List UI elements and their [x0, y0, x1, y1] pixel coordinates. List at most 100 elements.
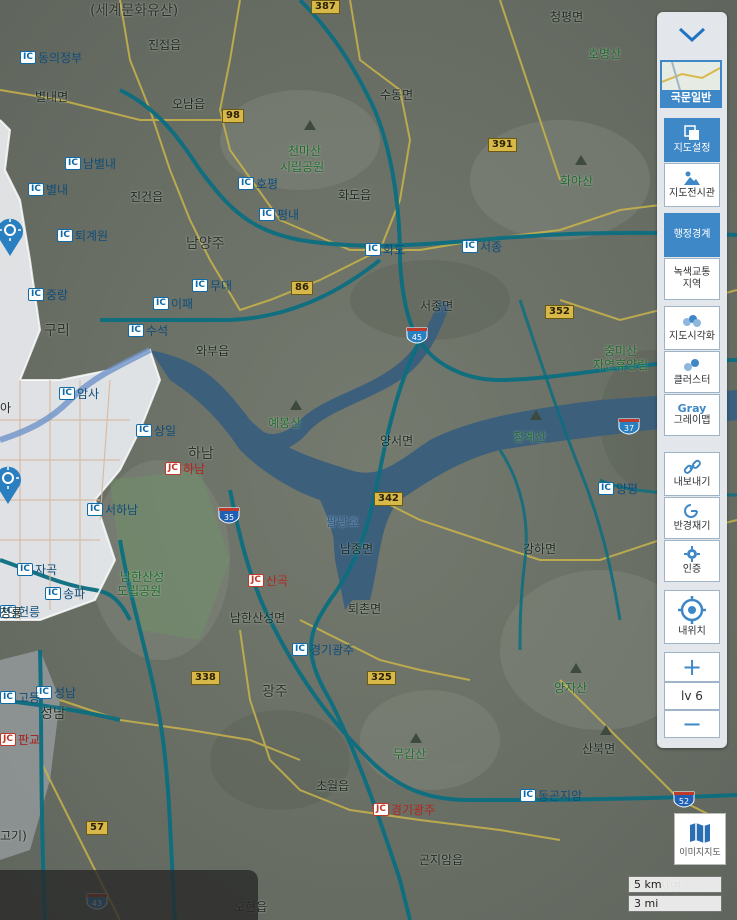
interchange-label: IC 고등	[0, 689, 40, 706]
interchange-label: IC 중랑	[28, 286, 68, 303]
mountain-icon	[600, 725, 612, 735]
place-label: 팔당호	[326, 515, 360, 529]
interchange-label: IC 자곡	[17, 561, 57, 578]
my-location-label: 내위치	[678, 626, 706, 637]
mountain-icon	[304, 120, 316, 130]
interchange-label: IC 평내	[259, 206, 299, 223]
crosshair-icon	[678, 596, 706, 624]
place-label: 서종면	[420, 299, 454, 313]
map-visualization-button[interactable]: 지도시각화	[664, 306, 720, 350]
plus-icon: +	[681, 653, 703, 681]
gray-map-badge: Gray	[677, 402, 707, 415]
map-settings-label: 지도설정	[673, 143, 711, 154]
place-label: 광주	[262, 684, 288, 700]
place-label: 진접읍	[148, 38, 182, 52]
minus-icon: −	[681, 710, 703, 738]
map-visualization-label: 지도시각화	[669, 331, 715, 342]
place-label: 양서면	[380, 434, 414, 448]
place-label: 자연휴양림	[593, 358, 649, 372]
route-number: 57	[86, 821, 108, 835]
place-label: 와부읍	[196, 344, 230, 358]
basemap-thumbnail-icon	[662, 62, 720, 90]
interchange-label: IC 서종	[462, 238, 502, 255]
place-label: 청계산	[513, 430, 547, 444]
place-label: 화야산	[560, 174, 594, 188]
zoom-in-button[interactable]: +	[664, 652, 720, 682]
interchange-label: IC 암사	[59, 385, 99, 402]
chevron-down-icon	[678, 27, 706, 43]
route-shield-icon: 35	[218, 506, 240, 524]
route-shield-icon: 45	[406, 326, 428, 344]
image-map-button[interactable]: 이미지지도	[674, 813, 726, 865]
collapse-toolbar-button[interactable]	[669, 18, 715, 52]
place-label: 진건읍	[130, 190, 164, 204]
interchange-label: IC 무대	[192, 277, 232, 294]
route-number: 86	[291, 281, 313, 295]
map-icon	[690, 822, 710, 843]
route-number: 338	[191, 671, 220, 685]
green-transport-label: 녹색교통 지역	[673, 267, 711, 290]
place-label: 도립공원	[117, 584, 162, 598]
interchange-label: IC 호평	[238, 175, 278, 192]
place-label: 별내면	[35, 90, 69, 104]
route-number: 387	[311, 0, 340, 14]
bottom-panel	[0, 870, 258, 920]
zoom-level-label: lv 6	[681, 689, 703, 703]
auth-button[interactable]: 인증	[664, 540, 720, 582]
visualization-icon	[683, 315, 701, 327]
image-icon	[684, 171, 700, 185]
place-label: 청평면	[550, 10, 584, 24]
weather-sun-icon[interactable]	[0, 214, 23, 256]
place-label: 남양주	[186, 236, 225, 252]
interchange-label: IC 경기광주	[292, 641, 354, 658]
place-label: (세계문화유산)	[90, 3, 179, 19]
map-canvas[interactable]	[0, 0, 737, 920]
radius-measure-button[interactable]: 반경재기	[664, 497, 720, 539]
svg-text:35: 35	[224, 513, 234, 522]
interchange-label: IC 상일	[136, 422, 176, 439]
interchange-label: IC 퇴계원	[57, 227, 108, 244]
map-settings-button[interactable]: 지도설정	[664, 118, 720, 162]
gray-map-label: 그레이맵	[673, 415, 711, 426]
svg-text:52: 52	[679, 797, 689, 806]
mountain-icon	[410, 733, 422, 743]
interchange-label: IC 별내	[28, 181, 68, 198]
basemap-button[interactable]: 국문일반	[660, 60, 722, 108]
basemap-label: 국문일반	[662, 90, 720, 106]
export-button[interactable]: 내보내기	[664, 452, 720, 496]
cluster-icon	[684, 359, 699, 371]
route-number: 325	[367, 671, 396, 685]
gray-map-button[interactable]: Gray 그레이맵	[664, 394, 720, 436]
green-transport-button[interactable]: 녹색교통 지역	[664, 258, 720, 300]
image-map-label: 이미지지도	[679, 847, 721, 858]
place-label: 퇴촌면	[348, 602, 382, 616]
place-label: 산북면	[582, 742, 616, 756]
export-label: 내보내기	[673, 477, 711, 488]
place-label: 시립공원	[280, 160, 325, 174]
map-gallery-label: 지도전시관	[669, 188, 715, 199]
junction-label: JC 하남	[165, 460, 205, 477]
place-label: 오남읍	[172, 97, 206, 111]
place-label: 남한산성면	[230, 611, 286, 625]
place-label: 화도읍	[338, 188, 372, 202]
weather-sun-icon[interactable]	[0, 462, 21, 504]
map-gallery-button[interactable]: 지도전시관	[664, 163, 720, 207]
place-label: 예봉산	[268, 416, 302, 430]
place-label: 수동면	[380, 88, 414, 102]
cluster-button[interactable]: 클러스터	[664, 351, 720, 393]
zoom-out-button[interactable]: −	[664, 710, 720, 738]
place-label: 강하면	[523, 542, 557, 556]
admin-boundary-button[interactable]: 행정경계	[664, 213, 720, 257]
interchange-label: IC 동곤지암	[520, 787, 582, 804]
cluster-label: 클러스터	[673, 375, 711, 386]
place-label: 무갑산	[393, 747, 427, 761]
interchange-label: IC 송파	[45, 585, 85, 602]
place-label: 양자산	[554, 681, 588, 695]
place-label-partial: 청룡	[0, 606, 23, 620]
place-label: 아	[0, 401, 12, 415]
mountain-icon	[570, 663, 582, 673]
my-location-button[interactable]: 내위치	[664, 590, 720, 644]
auth-label: 인증	[682, 564, 702, 575]
interchange-label: IC 동의정부	[20, 49, 82, 66]
route-shield-icon: 37	[618, 417, 640, 435]
